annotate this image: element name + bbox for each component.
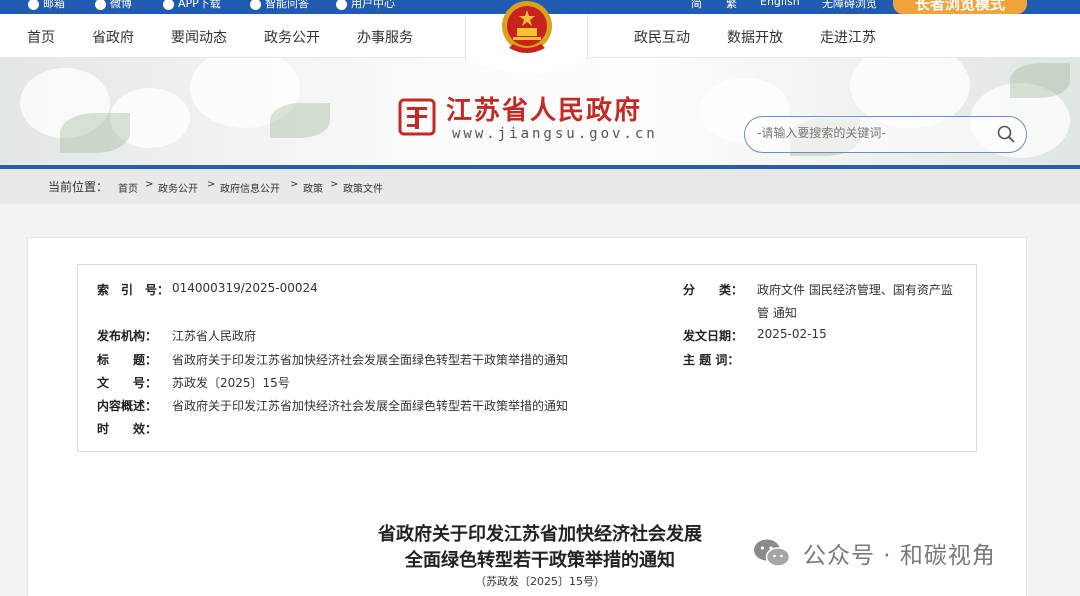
breadcrumb-label: 当前位置：	[48, 180, 109, 194]
search-box	[744, 116, 1027, 153]
nav-provincial-gov[interactable]: 省政府	[92, 27, 134, 47]
breadcrumb-home[interactable]: 首页	[118, 180, 138, 195]
breadcrumb-separator: >	[330, 179, 339, 190]
breadcrumb-separator: >	[290, 179, 299, 190]
site-url: www.jiangsu.gov.cn	[452, 126, 658, 142]
banner-leaf	[270, 103, 330, 138]
category-value-cont: 管 通知	[757, 306, 797, 320]
date-value: 2025-02-15	[757, 327, 827, 341]
doc-number-label: 文 号：	[97, 376, 158, 390]
app-download-link[interactable]: APP下载	[163, 0, 221, 11]
user-center-link[interactable]: 用户中心	[336, 0, 395, 11]
nav-services[interactable]: 办事服务	[357, 27, 413, 47]
breadcrumb-policy[interactable]: 政策	[303, 180, 323, 195]
title-label: 标 题：	[97, 353, 158, 367]
weibo-icon	[95, 0, 106, 10]
site-title: 江苏省人民政府	[446, 96, 643, 126]
nav-open-data[interactable]: 数据开放	[727, 27, 783, 47]
nav-interaction[interactable]: 政民互动	[634, 27, 690, 47]
watermark-text: 公众号 · 和碳视角	[803, 543, 996, 569]
traditional-link[interactable]: 繁	[726, 0, 737, 11]
document-number: （苏政发〔2025〕15号）	[475, 575, 605, 588]
wechat-icon	[754, 539, 791, 567]
mail-link[interactable]: 邮箱	[28, 0, 65, 11]
breadcrumb-policy-docs[interactable]: 政策文件	[343, 180, 383, 195]
accessibility-link[interactable]: 无障碍浏览	[822, 0, 877, 11]
simplified-link[interactable]: 简	[691, 0, 702, 11]
nav-about-jiangsu[interactable]: 走进江苏	[820, 27, 876, 47]
summary-value: 省政府关于印发江苏省加快经济社会发展全面绿色转型若干政策举措的通知	[172, 399, 569, 413]
title-value: 省政府关于印发江苏省加快经济社会发展全面绿色转型若干政策举措的通知	[172, 353, 569, 367]
doc-number-value: 苏政发〔2025〕15号	[172, 376, 290, 390]
english-link[interactable]: English	[760, 0, 800, 8]
nav-home[interactable]: 首页	[27, 27, 55, 47]
phone-icon	[163, 0, 174, 10]
elder-mode-button[interactable]: 长者浏览模式	[893, 0, 1027, 14]
breadcrumb-separator: >	[145, 179, 154, 190]
mail-icon	[28, 0, 39, 10]
index-value: 014000319/2025-00024	[172, 281, 318, 295]
summary-label: 内容概述：	[97, 399, 158, 413]
category-value: 政府文件 国民经济管理、国有资产监	[757, 283, 953, 297]
weibo-link[interactable]: 微博	[95, 0, 132, 11]
publisher-value: 江苏省人民政府	[172, 329, 257, 343]
breadcrumb-gov-info[interactable]: 政府信息公开	[220, 180, 280, 195]
smart-qa-link[interactable]: 智能问答	[250, 0, 309, 11]
breadcrumb-gov-affairs[interactable]: 政务公开	[158, 180, 198, 195]
subject-label: 主 题 词：	[683, 353, 740, 367]
breadcrumb: 当前位置： 首页 > 政务公开 > 政府信息公开 > 政策 > 政策文件	[0, 169, 1080, 204]
search-input[interactable]	[757, 126, 987, 140]
user-icon	[336, 0, 347, 10]
publisher-label: 发布机构：	[97, 329, 158, 343]
nav-news[interactable]: 要闻动态	[171, 27, 227, 47]
category-label: 分 类：	[683, 283, 744, 297]
date-label: 发文日期：	[683, 329, 744, 343]
validity-label: 时 效：	[97, 422, 158, 436]
search-icon[interactable]	[997, 125, 1015, 143]
chat-icon	[250, 0, 261, 10]
banner-leaf	[60, 113, 130, 153]
national-emblem	[502, 1, 552, 53]
jiangsu-logo-icon	[398, 98, 436, 136]
nav-gov-affairs[interactable]: 政务公开	[264, 27, 320, 47]
index-label: 索 引 号：	[97, 283, 170, 297]
breadcrumb-separator: >	[207, 179, 216, 190]
banner-leaf	[1010, 63, 1070, 98]
